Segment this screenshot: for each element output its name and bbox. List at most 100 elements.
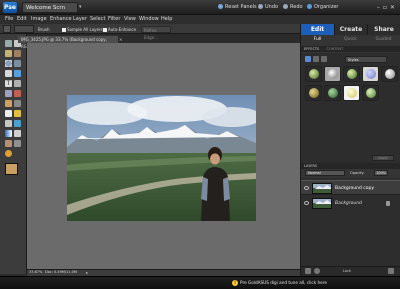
paint-bucket-tool-icon[interactable] [14, 120, 21, 127]
quick-selection-icon[interactable] [3, 25, 11, 33]
tip-text[interactable]: Pre GoldASUS digi and tune all, click he… [240, 279, 327, 287]
app-logo-icon[interactable]: Pse [3, 2, 17, 13]
redo-label: Redo [290, 4, 303, 10]
chevron-down-icon[interactable]: ▾ [79, 2, 86, 13]
shape-tool-icon[interactable] [14, 130, 21, 137]
close-doc-icon[interactable]: ✕ [119, 36, 125, 43]
zoom-field[interactable]: 33.67% [29, 270, 43, 275]
effect-thumb-3[interactable] [343, 66, 360, 82]
menu-view[interactable]: View [124, 15, 136, 24]
marquee-tool-icon[interactable] [5, 60, 12, 67]
healing-brush-tool-icon[interactable] [5, 100, 12, 107]
effect-preview-icon [328, 69, 338, 79]
welcome-screen-button[interactable]: Welcome Scrn [22, 2, 78, 13]
gradient-tool-icon[interactable] [5, 130, 12, 137]
auto-enhance-checkbox[interactable]: Auto-Enhance [103, 26, 136, 33]
menu-layer[interactable]: Layer [73, 15, 87, 24]
organizer-button[interactable]: Organizer [307, 3, 338, 12]
filters-icon[interactable] [305, 56, 311, 62]
menu-file[interactable]: File [5, 15, 13, 24]
menu-edit[interactable]: Edit [17, 15, 27, 24]
effect-thumb-4[interactable] [362, 66, 379, 82]
document-tab[interactable]: IMG_3425.JPG @ 33.7% (Background copy, R… [18, 36, 118, 49]
clone-stamp-tool-icon[interactable] [14, 100, 21, 107]
reset-panels-button[interactable]: Reset Panels [218, 3, 257, 12]
effect-thumb-9[interactable] [362, 85, 379, 101]
sponge-tool-icon[interactable] [14, 140, 21, 147]
visibility-eye-icon[interactable] [304, 186, 309, 190]
lock-icon [386, 201, 390, 206]
effect-thumb-7[interactable] [324, 85, 341, 101]
window-controls[interactable]: –▫✕ [354, 3, 398, 12]
type-tool-icon[interactable]: T [5, 80, 12, 87]
blur-tool-icon[interactable] [5, 140, 12, 147]
foreground-color-swatch[interactable] [5, 163, 18, 175]
content-tab[interactable]: CONTENT [326, 47, 343, 51]
document-photo[interactable] [67, 95, 256, 221]
effect-thumb-2[interactable] [324, 66, 341, 82]
effect-preview-icon [385, 69, 395, 79]
quick-selection-tool-icon[interactable] [14, 70, 21, 77]
smart-brush-tool-icon[interactable] [5, 120, 12, 127]
menu-select[interactable]: Select [90, 15, 105, 24]
blend-mode-select[interactable]: Normal [305, 170, 345, 176]
layer-thumbnail [312, 183, 332, 194]
checkbox-icon [103, 27, 107, 32]
mode-tab-edit[interactable]: Edit [301, 24, 334, 35]
layer-row-background[interactable]: Background [301, 196, 400, 211]
refine-edge-button[interactable]: Refine Edge... [141, 26, 171, 40]
checkbox-icon [62, 27, 66, 32]
effect-thumb-1[interactable] [305, 66, 322, 82]
lasso-tool-icon[interactable] [14, 60, 21, 67]
hand-tool-icon[interactable] [5, 50, 12, 57]
photo-effects-icon[interactable] [321, 56, 327, 62]
reset-panels-label: Reset Panels [225, 4, 257, 10]
mode-tab-create[interactable]: Create [334, 24, 367, 35]
adjustment-layer-icon[interactable] [314, 268, 320, 274]
menu-window[interactable]: Window [139, 15, 159, 24]
pencil-tool-icon[interactable] [5, 150, 12, 157]
apply-effect-button[interactable]: Apply [372, 155, 394, 161]
menu-help[interactable]: Help [161, 15, 172, 24]
sub-tab-full[interactable]: Full [301, 36, 334, 44]
sub-tab-quick[interactable]: Quick [334, 36, 367, 44]
red-eye-tool-icon[interactable] [14, 90, 21, 97]
effect-preview-icon [347, 88, 357, 98]
brush-picker[interactable]: Brush [38, 26, 50, 33]
layers-tab[interactable]: LAYERS [304, 164, 317, 168]
trash-icon[interactable] [388, 268, 394, 274]
cookie-cutter-tool-icon[interactable] [5, 90, 12, 97]
magic-wand-tool-icon[interactable] [5, 70, 12, 77]
crop-tool-icon[interactable] [14, 80, 21, 87]
undo-button[interactable]: Undo [258, 3, 278, 12]
effect-thumb-8[interactable] [343, 85, 360, 101]
organizer-icon [307, 4, 312, 9]
effect-thumb-5[interactable] [381, 66, 398, 82]
eyedropper-tool-icon[interactable] [14, 50, 21, 57]
menu-image[interactable]: Image [31, 15, 47, 24]
effect-preview-icon [347, 69, 357, 79]
mode-tab-share[interactable]: Share [367, 24, 400, 35]
lock-all-button[interactable]: Lock [343, 268, 357, 274]
layer-styles-icon[interactable] [313, 56, 319, 62]
effect-thumb-6[interactable] [305, 85, 322, 101]
redo-button[interactable]: Redo [283, 3, 303, 12]
status-menu-arrow-icon[interactable]: ▸ [86, 270, 91, 275]
sample-all-layers-checkbox[interactable]: Sample All Layers [62, 26, 103, 33]
new-layer-icon[interactable] [305, 268, 311, 274]
effects-tab[interactable]: EFFECTS [304, 47, 319, 51]
effects-category-select[interactable]: Styles [345, 56, 387, 63]
menu-filter[interactable]: Filter [108, 15, 120, 24]
layer-row-background-copy[interactable]: Background copy [301, 180, 400, 195]
move-tool-icon[interactable] [5, 40, 12, 47]
opacity-label: Opacity: [350, 171, 365, 175]
sub-tab-guided[interactable]: Guided [367, 36, 400, 44]
menu-enhance[interactable]: Enhance [50, 15, 72, 24]
selection-mode-buttons[interactable] [14, 25, 34, 33]
opacity-field[interactable]: 100% [374, 170, 388, 176]
brush-tool-icon[interactable] [14, 110, 21, 117]
undo-icon [258, 4, 263, 9]
auto-enhance-label: Auto-Enhance [108, 27, 137, 32]
eraser-tool-icon[interactable] [5, 110, 12, 117]
visibility-eye-icon[interactable] [304, 201, 309, 205]
